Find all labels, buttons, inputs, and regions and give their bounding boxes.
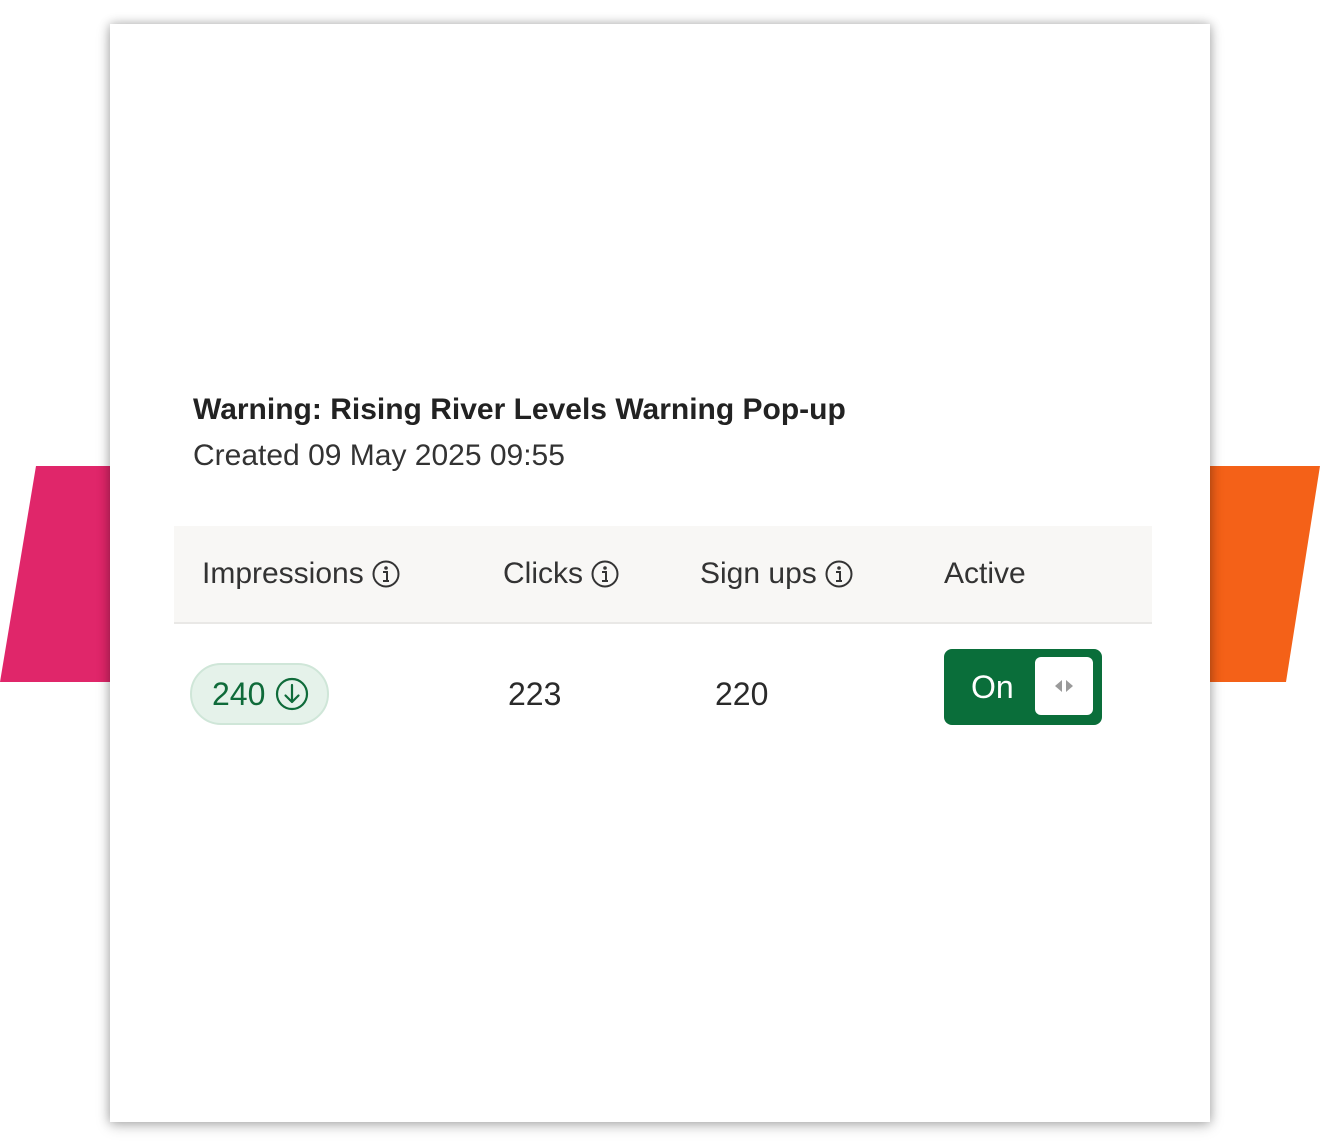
campaign-created-date: Created 09 May 2025 09:55 (193, 439, 565, 472)
impressions-sort-pill[interactable]: 240 (190, 663, 330, 725)
table-row: 240 223 220 On (174, 624, 1152, 764)
column-header-active: Active (944, 526, 1026, 622)
column-header-signups: Sign ups (700, 526, 853, 622)
toggle-handle-icon[interactable] (1035, 657, 1093, 715)
toggle-label: On (971, 669, 1014, 705)
stats-table-header: Impressions Clicks Sign ups Active (174, 526, 1152, 624)
stats-table: Impressions Clicks Sign ups Active 240 2… (174, 526, 1152, 764)
campaign-title: Warning: Rising River Levels Warning Pop… (193, 393, 846, 426)
column-header-label: Sign ups (700, 557, 817, 590)
active-cell: On (944, 624, 1102, 764)
campaign-header: Warning: Rising River Levels Warning Pop… (193, 392, 1150, 474)
stage: Warning: Rising River Levels Warning Pop… (0, 0, 1320, 1147)
column-header-impressions: Impressions (202, 526, 400, 622)
info-icon[interactable] (825, 560, 853, 588)
decorative-orange-shape (1200, 466, 1320, 682)
decorative-pink-shape (0, 466, 120, 682)
campaign-card: Warning: Rising River Levels Warning Pop… (110, 24, 1210, 1122)
clicks-value: 223 (508, 675, 562, 712)
impressions-value: 240 (212, 675, 266, 712)
column-header-label: Active (944, 557, 1026, 590)
column-header-label: Clicks (503, 557, 583, 590)
arrow-down-circle-icon (275, 677, 309, 711)
column-header-label: Impressions (202, 557, 364, 590)
column-header-clicks: Clicks (503, 526, 619, 622)
impressions-cell: 240 (190, 624, 330, 764)
info-icon[interactable] (372, 560, 400, 588)
info-icon[interactable] (591, 560, 619, 588)
active-toggle[interactable]: On (944, 649, 1102, 725)
signups-value: 220 (715, 675, 769, 712)
